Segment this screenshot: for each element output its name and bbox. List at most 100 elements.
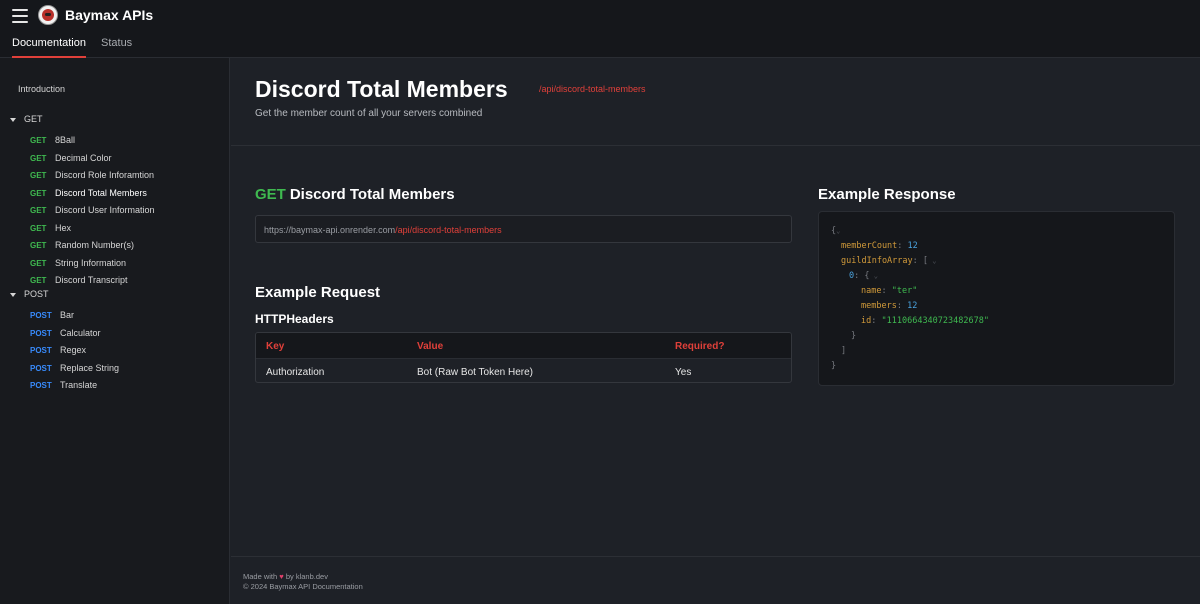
- footer-author-link[interactable]: by klanb.dev: [286, 572, 328, 581]
- collapse-icon[interactable]: ⌄: [836, 227, 840, 235]
- column-header-key: Key: [266, 341, 285, 352]
- table-cell: Yes: [675, 367, 692, 378]
- sidebar-item-label: Discord User Information: [55, 205, 155, 215]
- caret-down-icon: [10, 117, 16, 122]
- url-path: /api/discord-total-members: [395, 225, 502, 235]
- sidebar-item-discord-user-information[interactable]: GET Discord User Information: [30, 205, 155, 215]
- sidebar-item-random-numbers[interactable]: GET Random Number(s): [30, 240, 134, 250]
- footer: Made with ♥ by klanb.dev © 2024 Baymax A…: [243, 572, 363, 592]
- method-badge: GET: [30, 136, 47, 145]
- sidebar-item-label: Hex: [55, 223, 72, 233]
- app-title[interactable]: Baymax APIs: [65, 7, 153, 23]
- sidebar-item-label: 8Ball: [55, 135, 76, 145]
- example-request-title: Example Request: [255, 284, 381, 301]
- sidebar-item-label: Bar: [60, 310, 75, 320]
- page-path: /api/discord-total-members: [539, 84, 646, 94]
- tab-status[interactable]: Status: [101, 37, 132, 58]
- sidebar-item-label: Random Number(s): [55, 240, 135, 250]
- sidebar-item-label: Regex: [60, 345, 87, 355]
- headers-table: Key Value Required? Authorization Bot (R…: [255, 332, 792, 383]
- sidebar-item-hex[interactable]: GET Hex: [30, 223, 71, 233]
- footer-copyright: © 2024 Baymax API Documentation: [243, 582, 363, 591]
- json-line: guildInfoArray: [ ⌄: [841, 256, 937, 266]
- sidebar-item-label: Discord Role Inforamtion: [55, 170, 155, 180]
- method-badge: GET: [30, 189, 47, 198]
- json-line: members: 12: [861, 301, 918, 311]
- json-line: name: "ter": [861, 286, 918, 296]
- top-tabs: Documentation Status: [12, 37, 147, 58]
- sidebar-item-replace-string[interactable]: POST Replace String: [30, 363, 119, 373]
- sidebar-item-discord-transcript[interactable]: GET Discord Transcript: [30, 275, 128, 285]
- json-line: memberCount: 12: [841, 241, 918, 251]
- sidebar-item-label: Replace String: [60, 363, 120, 373]
- baymax-logo-icon[interactable]: [38, 5, 58, 25]
- page-title: Discord Total Members: [255, 76, 508, 102]
- example-response-title: Example Response: [818, 186, 956, 203]
- json-line: {⌄: [831, 226, 841, 236]
- main-content: Discord Total Members /api/discord-total…: [231, 58, 1200, 604]
- table-header: Key Value Required?: [256, 333, 791, 358]
- json-line: id: "1110664340723482678": [861, 316, 989, 326]
- collapse-icon[interactable]: ⌄: [928, 257, 936, 265]
- heart-icon: ♥: [279, 572, 284, 581]
- method-badge: GET: [30, 224, 47, 233]
- table-cell: Bot (Raw Bot Token Here): [417, 367, 533, 378]
- method-badge: GET: [255, 186, 286, 203]
- top-bar: Baymax APIs Documentation Status: [0, 0, 1200, 58]
- method-badge: GET: [30, 206, 47, 215]
- method-badge: POST: [30, 364, 52, 373]
- method-badge: GET: [30, 241, 47, 250]
- endpoint-url[interactable]: https://baymax-api.onrender.com/api/disc…: [255, 215, 792, 243]
- footer-divider: [231, 556, 1200, 557]
- url-base: https://baymax-api.onrender.com: [264, 225, 396, 235]
- endpoint-title: GET Discord Total Members: [255, 186, 455, 203]
- method-badge: GET: [30, 154, 47, 163]
- group-label: GET: [24, 114, 43, 124]
- table-cell: Authorization: [266, 367, 325, 378]
- json-viewer: {⌄ memberCount: 12 guildInfoArray: [ ⌄ 0…: [818, 211, 1175, 386]
- sidebar-item-calculator[interactable]: POST Calculator: [30, 328, 101, 338]
- method-badge: POST: [30, 311, 52, 320]
- column-header-required: Required?: [675, 341, 725, 352]
- sidebar-item-discord-total-members[interactable]: GET Discord Total Members: [30, 188, 147, 198]
- table-row: Authorization Bot (Raw Bot Token Here) Y…: [256, 358, 791, 382]
- sidebar-group-get[interactable]: GET: [10, 114, 43, 124]
- sidebar-item-regex[interactable]: POST Regex: [30, 345, 86, 355]
- menu-icon[interactable]: [12, 9, 28, 23]
- sidebar-item-label: String Information: [55, 258, 127, 268]
- method-badge: POST: [30, 329, 52, 338]
- http-headers-title: HTTPHeaders: [255, 312, 334, 326]
- divider: [231, 145, 1200, 146]
- method-badge: GET: [30, 171, 47, 180]
- sidebar-item-label: Discord Total Members: [55, 188, 147, 198]
- json-line: }: [851, 331, 857, 341]
- sidebar-item-label: Calculator: [60, 328, 101, 338]
- method-badge: GET: [30, 276, 47, 285]
- group-label: POST: [24, 289, 49, 299]
- sidebar-item-string-information[interactable]: GET String Information: [30, 258, 126, 268]
- json-line: ]: [841, 346, 847, 356]
- sidebar-item-decimal-color[interactable]: GET Decimal Color: [30, 153, 112, 163]
- sidebar-item-translate[interactable]: POST Translate: [30, 380, 97, 390]
- tab-documentation[interactable]: Documentation: [12, 37, 86, 58]
- page-description: Get the member count of all your servers…: [255, 108, 483, 119]
- sidebar-group-post[interactable]: POST: [10, 289, 49, 299]
- sidebar-item-discord-role-information[interactable]: GET Discord Role Inforamtion: [30, 170, 154, 180]
- footer-made-with: Made with ♥ by klanb.dev: [243, 572, 328, 581]
- sidebar-item-introduction[interactable]: Introduction: [18, 84, 65, 94]
- sidebar: Introduction GET GET 8Ball GET Decimal Col…: [0, 58, 230, 604]
- sidebar-item-label: Discord Transcript: [55, 275, 128, 285]
- sidebar-item-label: Translate: [60, 380, 98, 390]
- endpoint-name: Discord Total Members: [289, 186, 455, 203]
- json-line: }: [831, 361, 837, 371]
- collapse-icon[interactable]: ⌄: [869, 272, 878, 280]
- json-line: 0: { ⌄: [849, 271, 878, 281]
- method-badge: POST: [30, 381, 52, 390]
- method-badge: POST: [30, 346, 52, 355]
- sidebar-item-label: Decimal Color: [55, 153, 112, 163]
- caret-down-icon: [10, 292, 16, 297]
- sidebar-item-8ball[interactable]: GET 8Ball: [30, 135, 75, 145]
- method-badge: GET: [30, 259, 47, 268]
- sidebar-item-bar[interactable]: POST Bar: [30, 310, 74, 320]
- column-header-value: Value: [417, 341, 444, 352]
